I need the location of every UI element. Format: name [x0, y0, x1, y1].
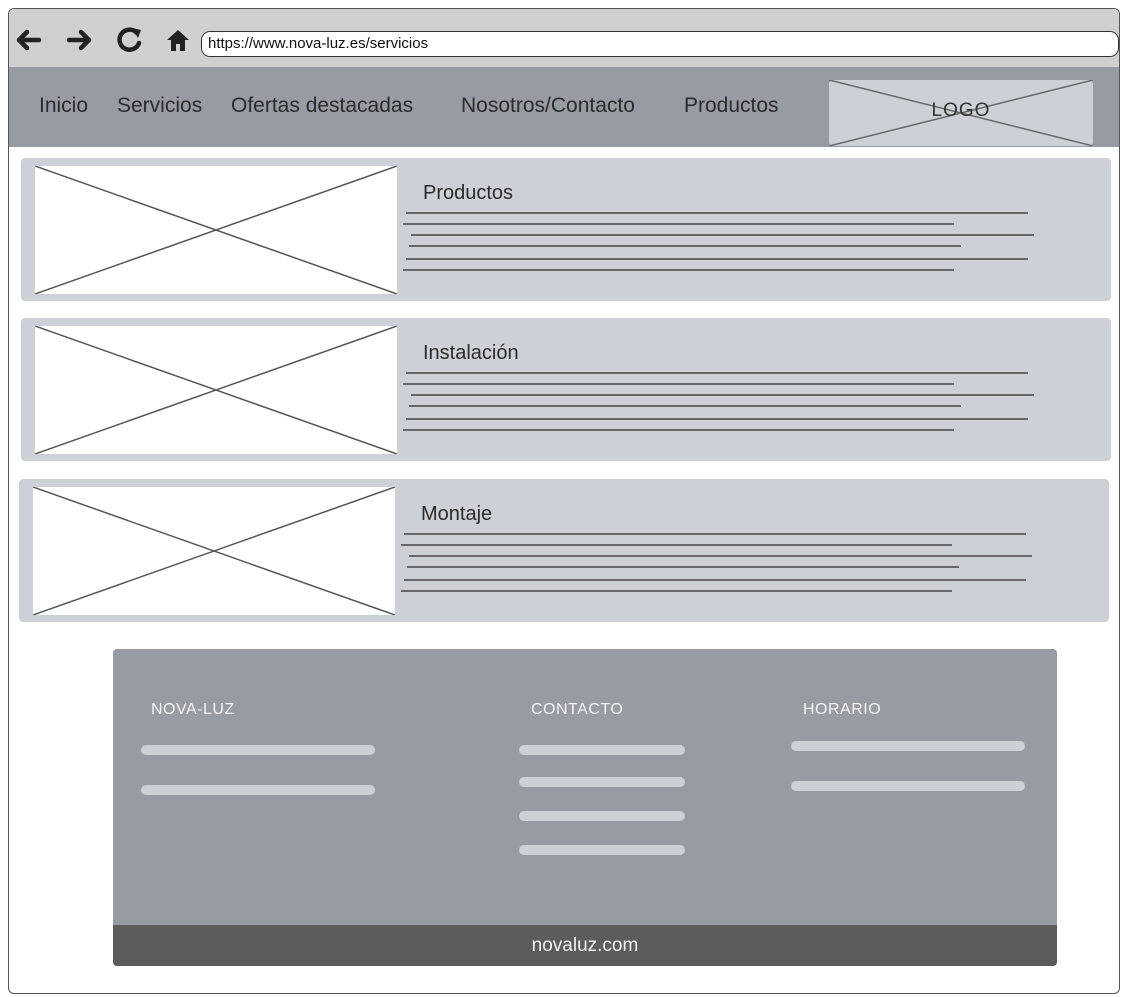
reload-icon[interactable]: [115, 25, 145, 55]
placeholder-cross-icon: [32, 486, 396, 616]
nav-item-servicios[interactable]: Servicios: [117, 94, 202, 118]
back-arrow-icon[interactable]: [13, 25, 43, 55]
footer-text-placeholder: [519, 811, 685, 821]
placeholder-cross-icon: [34, 325, 398, 455]
service-card-instalacion[interactable]: Instalación: [21, 318, 1111, 461]
top-navigation: Inicio Servicios Ofertas destacadas Noso…: [9, 67, 1119, 147]
text-placeholder-lines: [401, 533, 1032, 592]
footer-domain-link[interactable]: novaluz.com: [113, 935, 1057, 957]
browser-toolbar: https://www.nova-luz.es/servicios: [9, 9, 1119, 67]
service-card-productos[interactable]: Productos: [21, 158, 1111, 301]
card-title: Instalación: [423, 342, 519, 364]
footer-bottom-bar: novaluz.com: [113, 925, 1057, 966]
url-bar[interactable]: https://www.nova-luz.es/servicios: [201, 31, 1119, 57]
text-placeholder-lines: [403, 372, 1034, 431]
logo-placeholder[interactable]: LOGO: [829, 80, 1093, 146]
footer: NOVA-LUZ CONTACTO HORARIO novaluz.com: [113, 649, 1057, 966]
footer-heading-horario: HORARIO: [803, 701, 882, 718]
footer-heading-contacto: CONTACTO: [531, 701, 624, 718]
nav-item-inicio[interactable]: Inicio: [39, 94, 88, 118]
footer-heading-nova-luz: NOVA-LUZ: [151, 701, 235, 718]
card-title: Montaje: [421, 503, 493, 525]
placeholder-cross-icon: [34, 165, 398, 295]
footer-text-placeholder: [141, 785, 375, 795]
footer-text-placeholder: [141, 745, 375, 755]
image-placeholder: [34, 165, 398, 295]
service-card-montaje[interactable]: Montaje: [19, 479, 1109, 622]
image-placeholder: [34, 325, 398, 455]
logo-text: LOGO: [931, 100, 991, 121]
nav-item-ofertas-destacadas[interactable]: Ofertas destacadas: [231, 94, 413, 118]
footer-text-placeholder: [791, 741, 1025, 751]
image-placeholder: [32, 486, 396, 616]
home-icon[interactable]: [163, 25, 193, 55]
card-title: Productos: [423, 182, 514, 204]
footer-text-placeholder: [519, 745, 685, 755]
text-placeholder-lines: [403, 212, 1034, 271]
footer-text-placeholder: [519, 845, 685, 855]
nav-item-nosotros-contacto[interactable]: Nosotros/Contacto: [461, 94, 635, 118]
forward-arrow-icon[interactable]: [65, 25, 95, 55]
footer-text-placeholder: [791, 781, 1025, 791]
nav-item-productos[interactable]: Productos: [684, 94, 779, 118]
browser-window: https://www.nova-luz.es/servicios Inicio…: [8, 8, 1120, 994]
footer-text-placeholder: [519, 777, 685, 787]
